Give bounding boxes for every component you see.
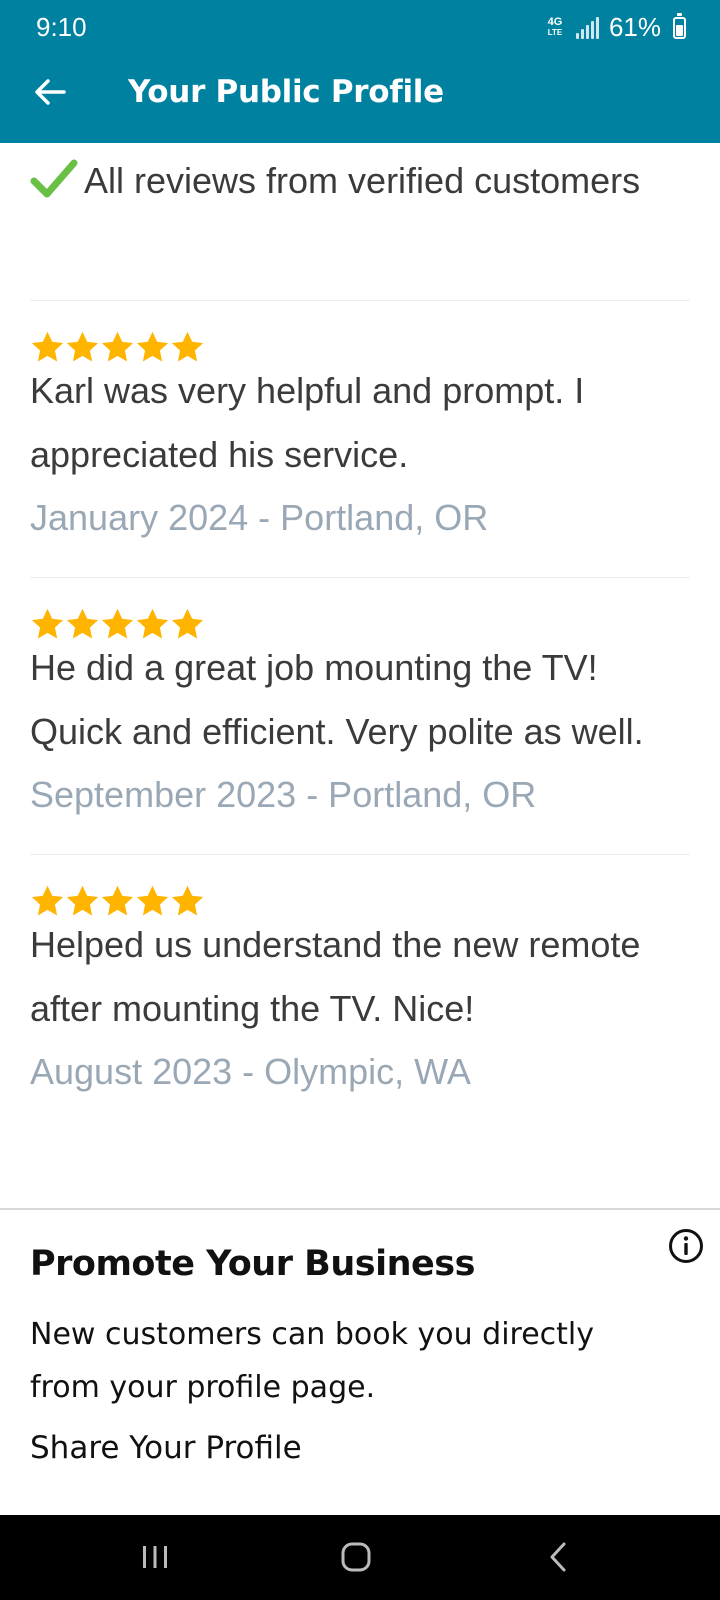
system-back-button[interactable] bbox=[528, 1535, 588, 1579]
status-time: 9:10 bbox=[36, 12, 87, 42]
promo-title: Promote Your Business bbox=[30, 1244, 475, 1284]
system-nav-bar bbox=[0, 1515, 720, 1600]
reviews-list[interactable]: All reviews from verified customers Karl… bbox=[30, 143, 690, 1131]
review-text: He did a great job mounting the TV! Quic… bbox=[30, 647, 644, 752]
review-date-location: August 2023 - Olympic, WA bbox=[30, 1051, 471, 1092]
app-header: 9:10 4G LTE 61% Your Public Profile bbox=[0, 0, 720, 143]
share-profile-link[interactable]: Share Your Profile bbox=[30, 1430, 302, 1466]
info-icon bbox=[669, 1229, 703, 1263]
review-item: Helped us understand the new remote afte… bbox=[30, 883, 690, 1131]
review-text: Helped us understand the new remote afte… bbox=[30, 924, 641, 1029]
back-button[interactable] bbox=[24, 66, 76, 118]
verified-notice: All reviews from verified customers bbox=[30, 143, 690, 301]
review-date-location: September 2023 - Portland, OR bbox=[30, 774, 537, 815]
page-title: Your Public Profile bbox=[128, 74, 444, 110]
battery-percentage: 61% bbox=[608, 12, 661, 42]
battery-icon bbox=[673, 12, 686, 39]
status-icons: 4G LTE 61% bbox=[544, 12, 686, 43]
home-icon bbox=[341, 1542, 371, 1572]
recents-icon bbox=[143, 1546, 167, 1568]
review-item: Karl was very helpful and prompt. I appr… bbox=[30, 329, 690, 578]
promote-business-card: Promote Your Business New customers can … bbox=[0, 1208, 720, 1515]
network-4g-icon: 4G LTE bbox=[547, 16, 563, 38]
promo-description: New customers can book you directly from… bbox=[30, 1317, 595, 1405]
recents-button[interactable] bbox=[125, 1535, 185, 1579]
info-button[interactable] bbox=[668, 1228, 704, 1264]
home-button[interactable] bbox=[326, 1535, 386, 1579]
status-bar: 9:10 4G LTE 61% bbox=[0, 0, 720, 54]
signal-icon bbox=[575, 16, 599, 39]
toolbar: Your Public Profile bbox=[0, 60, 720, 130]
review-date-location: January 2024 - Portland, OR bbox=[30, 497, 489, 538]
review-item: He did a great job mounting the TV! Quic… bbox=[30, 606, 690, 855]
review-text: Karl was very helpful and prompt. I appr… bbox=[30, 370, 585, 475]
arrow-left-icon bbox=[35, 79, 66, 105]
back-chevron-icon bbox=[550, 1542, 566, 1572]
check-icon bbox=[30, 159, 78, 198]
verified-text: All reviews from verified customers bbox=[84, 160, 641, 201]
